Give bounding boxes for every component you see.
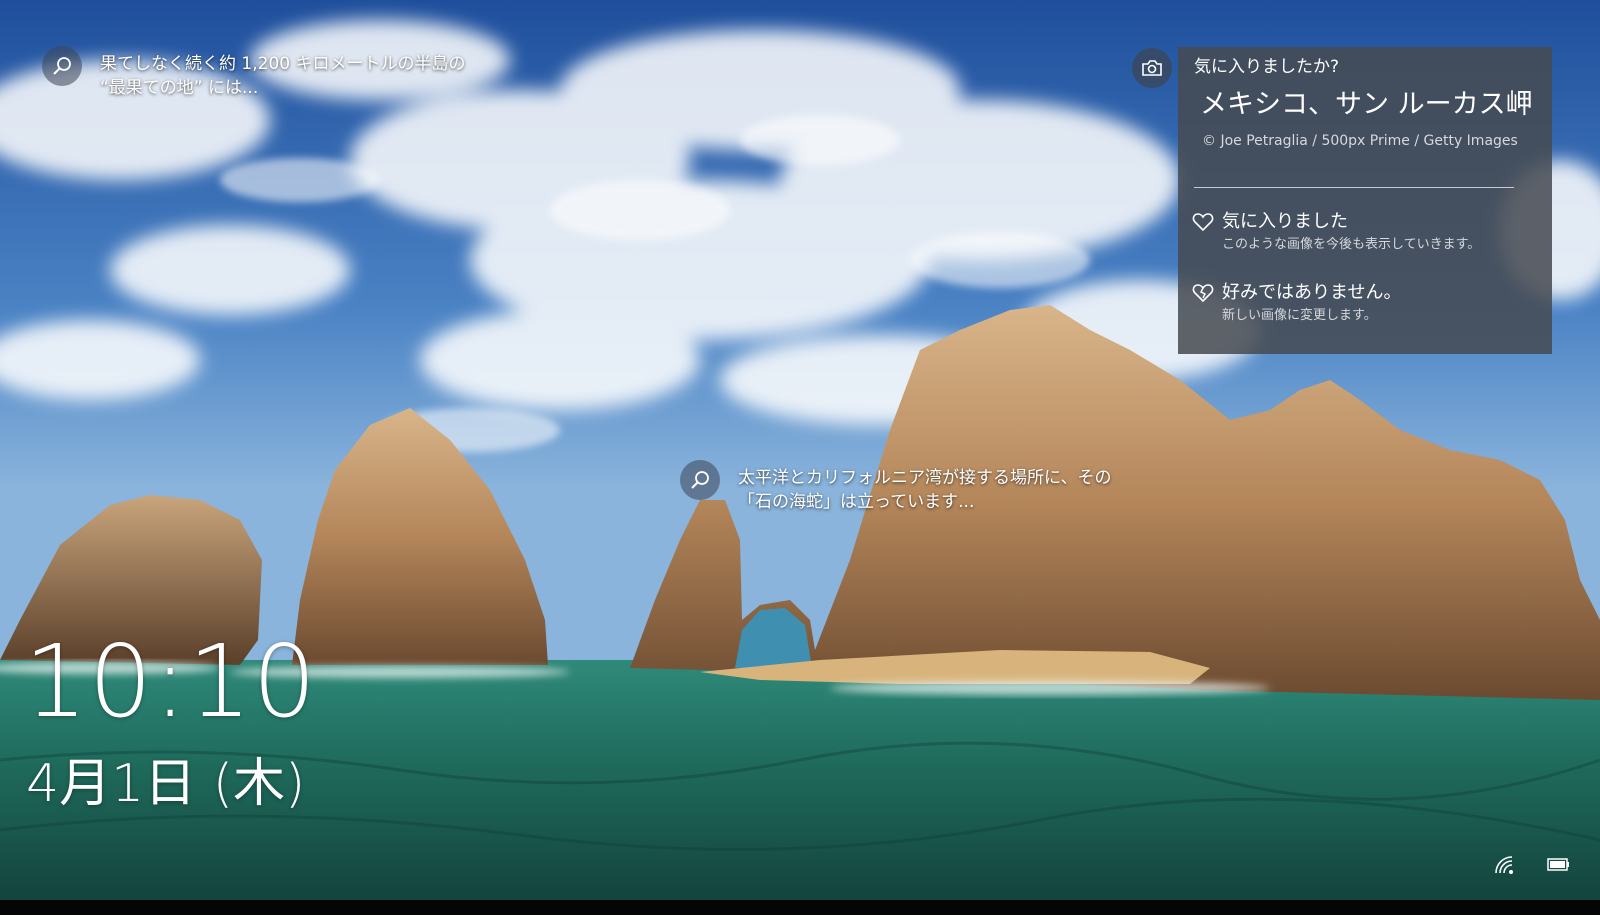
search-icon: [42, 46, 82, 86]
spotlight-feedback-panel: 気に入りましたか? メキシコ、サン ルーカス岬 © Joe Petraglia …: [1178, 47, 1552, 354]
lockscreen-time: 10:10: [24, 623, 318, 740]
panel-divider: [1194, 187, 1514, 188]
panel-photo-credit: © Joe Petraglia / 500px Prime / Getty Im…: [1202, 133, 1518, 149]
dislike-option-subtitle: 新しい画像に変更します。: [1222, 308, 1377, 323]
search-icon: [680, 460, 720, 500]
lockscreen-date: 4月1日 (木): [26, 754, 306, 814]
battery-icon[interactable]: [1547, 856, 1571, 872]
panel-location-title: メキシコ、サン ルーカス岬: [1200, 89, 1533, 120]
camera-button[interactable]: [1132, 48, 1172, 88]
hotspot-search-stone-serpent[interactable]: 太平洋とカリフォルニア湾が接する場所に、その 「石の海蛇」は立っています...: [680, 460, 1112, 514]
like-option-title: 気に入りました: [1222, 211, 1348, 232]
dislike-option-title: 好みではありません。: [1222, 282, 1402, 303]
bottom-edge-band: [0, 900, 1600, 915]
network-icon[interactable]: [1494, 855, 1516, 875]
heart-icon: [1192, 213, 1214, 232]
hotspot-caption-line1: 太平洋とカリフォルニア湾が接する場所に、その: [738, 468, 1112, 488]
hotspot-caption-line2: 「石の海蛇」は立っています...: [738, 492, 975, 512]
hotspot-caption: 果てしなく続く約 1,200 キロメートルの半島の “最果ての地” には...: [100, 46, 465, 100]
heart-dislike-icon: [1192, 284, 1214, 303]
panel-question: 気に入りましたか?: [1194, 57, 1340, 77]
hotspot-search-peninsula[interactable]: 果てしなく続く約 1,200 キロメートルの半島の “最果ての地” には...: [42, 46, 465, 100]
camera-icon: [1142, 60, 1162, 76]
hotspot-caption-line2: “最果ての地” には...: [100, 78, 259, 98]
hotspot-caption-line1: 果てしなく続く約 1,200 キロメートルの半島の: [100, 54, 466, 74]
hotspot-caption: 太平洋とカリフォルニア湾が接する場所に、その 「石の海蛇」は立っています...: [738, 460, 1112, 514]
like-option-subtitle: このような画像を今後も表示していきます。: [1222, 237, 1481, 252]
